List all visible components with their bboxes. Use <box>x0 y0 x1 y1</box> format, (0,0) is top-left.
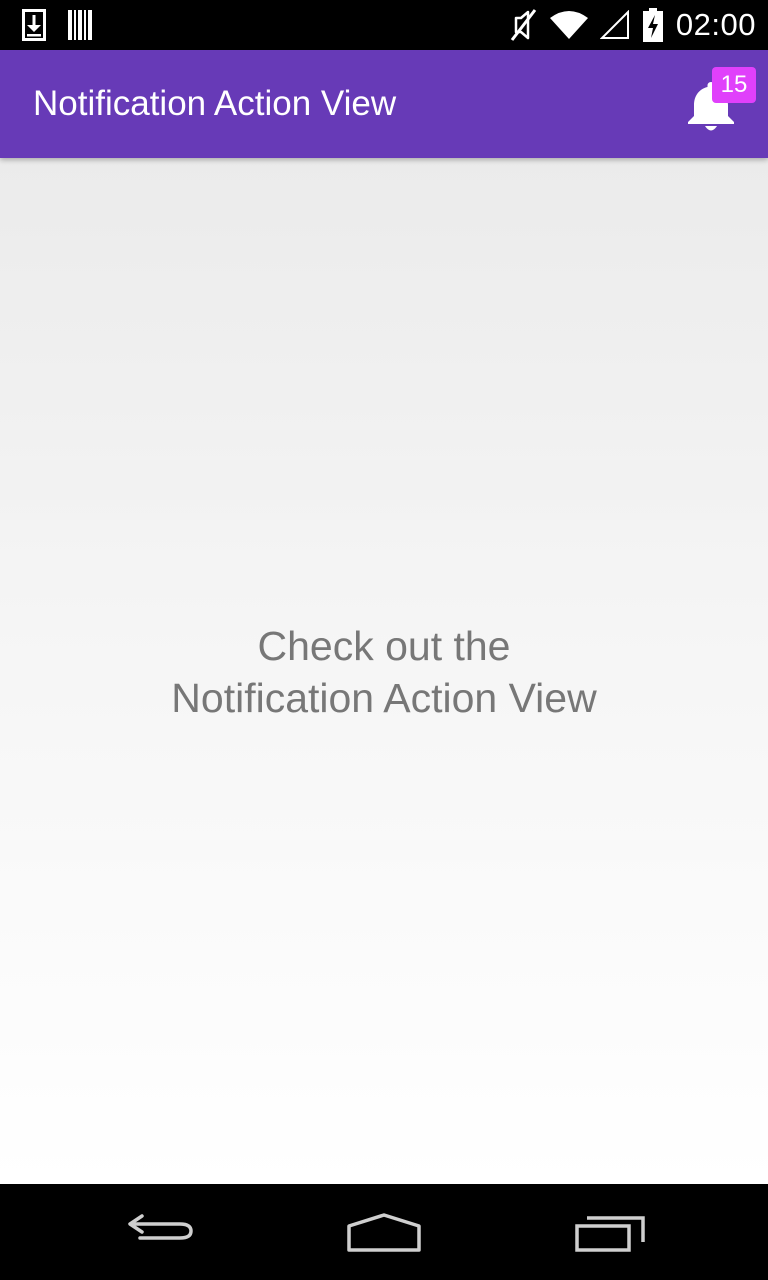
screen: 02:00 Notification Action View 15 Check … <box>0 0 768 1280</box>
home-button[interactable] <box>339 1202 429 1262</box>
notification-action-button[interactable]: 15 <box>672 62 762 146</box>
notification-badge: 15 <box>712 67 756 103</box>
recents-icon <box>575 1216 645 1252</box>
app-bar: Notification Action View 15 <box>0 50 768 158</box>
barcode-icon <box>68 10 92 40</box>
back-button[interactable] <box>116 1202 206 1262</box>
recents-button[interactable] <box>566 1202 656 1262</box>
status-time: 02:00 <box>675 7 756 42</box>
battery-charging-icon <box>642 8 663 42</box>
center-message-line-1: Check out the <box>257 623 511 669</box>
back-icon <box>128 1214 193 1240</box>
main-content: Check out the Notification Action View <box>0 158 768 1184</box>
mute-icon <box>510 9 537 41</box>
wifi-icon <box>549 11 588 39</box>
download-icon <box>22 9 46 41</box>
home-icon <box>347 1213 421 1252</box>
app-title: Notification Action View <box>33 84 397 123</box>
center-message-line-2: Notification Action View <box>171 675 597 721</box>
navigation-bar <box>0 1184 768 1280</box>
status-bar: 02:00 <box>0 0 768 50</box>
status-left <box>22 9 94 41</box>
center-message: Check out the Notification Action View <box>0 620 768 724</box>
status-right: 02:00 <box>508 6 756 44</box>
signal-icon <box>599 10 629 39</box>
